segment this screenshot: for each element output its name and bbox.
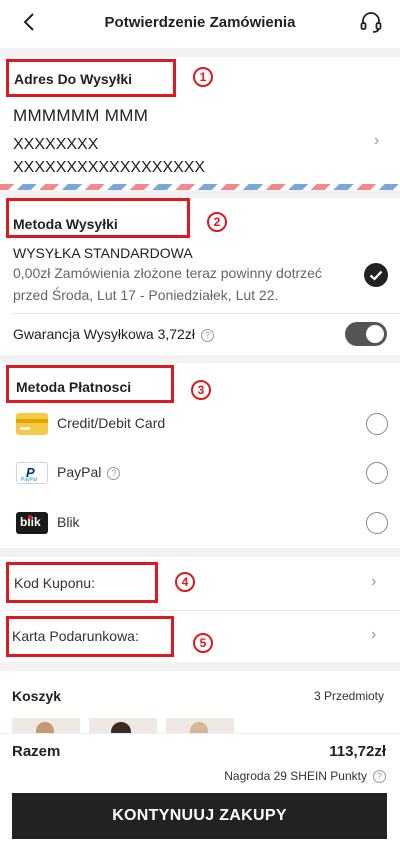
coupon-row[interactable]: Kod Kuponu: 4 › xyxy=(0,557,400,610)
help-icon[interactable]: ? xyxy=(107,466,121,480)
help-icon[interactable]: ? xyxy=(373,770,386,784)
shipping-guarantee-label: Gwarancja Wysyłkowa 3,72zł xyxy=(13,326,195,342)
recipient-name: MMMMMM MMM xyxy=(13,106,149,125)
product-thumbnail[interactable] xyxy=(12,718,80,734)
toggle-knob xyxy=(366,325,384,343)
basket-item-count: 3 Przedmioty xyxy=(313,689,384,703)
selected-check-icon[interactable] xyxy=(364,263,388,287)
chevron-right-icon[interactable]: › xyxy=(371,626,376,644)
total-label: Razem xyxy=(12,743,61,760)
payment-section-title: Metoda Płatnosci xyxy=(16,379,132,395)
payment-option-label: Credit/Debit Card xyxy=(57,415,166,431)
continue-shopping-button[interactable]: KONTYNUUJ ZAKUPY xyxy=(12,793,387,839)
payment-option-paypal[interactable]: P PayPal PayPal? xyxy=(0,453,400,493)
gift-card-label: Karta Podarunkowa: xyxy=(12,628,139,644)
paypal-logo-icon: P PayPal xyxy=(16,462,48,484)
shipping-method-name: WYSYŁKA STANDARDOWA xyxy=(13,245,193,261)
page-title: Potwierdzenie Zamówienia xyxy=(104,14,296,31)
credit-card-icon xyxy=(16,413,48,435)
help-icon[interactable]: ? xyxy=(200,328,214,342)
shipping-guarantee: Gwarancja Wysyłkowa 3,72zł? xyxy=(13,326,214,342)
reward-text: Nagroda 29 SHEIN Punkty xyxy=(224,769,367,783)
checkout-footer: Razem 113,72zł Nagroda 29 SHEIN Punkty? … xyxy=(0,733,400,850)
shipping-section-title: Metoda Wysyłki xyxy=(13,216,118,232)
paypal-label: PayPal xyxy=(57,464,102,480)
shipping-method-description: 0,00zł Zamówienia złożone teraz powinny … xyxy=(13,265,322,303)
chevron-right-icon[interactable]: › xyxy=(371,573,376,591)
address-line-2: XXXXXXXXXXXXXXXXXX xyxy=(13,159,206,176)
product-thumbnail[interactable] xyxy=(166,718,234,734)
payment-radio-blik[interactable] xyxy=(366,512,388,534)
address-section-title: Adres Do Wysyłki xyxy=(14,71,133,87)
payment-radio-card[interactable] xyxy=(366,413,388,435)
blik-logo-icon: blik xyxy=(16,512,48,534)
total-value: 113,72zł xyxy=(329,743,386,760)
chevron-right-icon[interactable]: › xyxy=(374,132,379,150)
address-line-1: XXXXXXXX xyxy=(13,136,99,153)
annotation-number-1: 1 xyxy=(193,67,213,87)
payment-section: Metoda Płatnosci 3 Credit/Debit Card P P… xyxy=(0,363,400,548)
basket-title: Koszyk xyxy=(12,688,62,704)
shipping-guarantee-toggle[interactable] xyxy=(345,322,387,346)
envelope-border-stripe xyxy=(0,184,400,190)
annotation-number-2: 2 xyxy=(207,212,227,232)
annotation-number-4: 4 xyxy=(175,572,195,592)
payment-option-blik[interactable]: blik Blik xyxy=(0,503,400,543)
product-thumbnail[interactable] xyxy=(89,718,157,734)
payment-option-label: Blik xyxy=(57,514,80,530)
gift-card-row[interactable]: Karta Podarunkowa: 5 › xyxy=(0,611,400,662)
top-bar: Potwierdzenie Zamówienia xyxy=(0,0,400,48)
divider xyxy=(12,313,400,314)
headset-support-icon[interactable] xyxy=(358,10,384,36)
annotation-number-5: 5 xyxy=(193,633,213,653)
payment-radio-paypal[interactable] xyxy=(366,462,388,484)
coupon-label: Kod Kuponu: xyxy=(14,575,95,591)
payment-option-card[interactable]: Credit/Debit Card xyxy=(0,404,400,444)
reward-points: Nagroda 29 SHEIN Punkty? xyxy=(224,769,386,784)
payment-option-label: PayPal? xyxy=(57,464,121,480)
annotation-number-3: 3 xyxy=(191,380,211,400)
